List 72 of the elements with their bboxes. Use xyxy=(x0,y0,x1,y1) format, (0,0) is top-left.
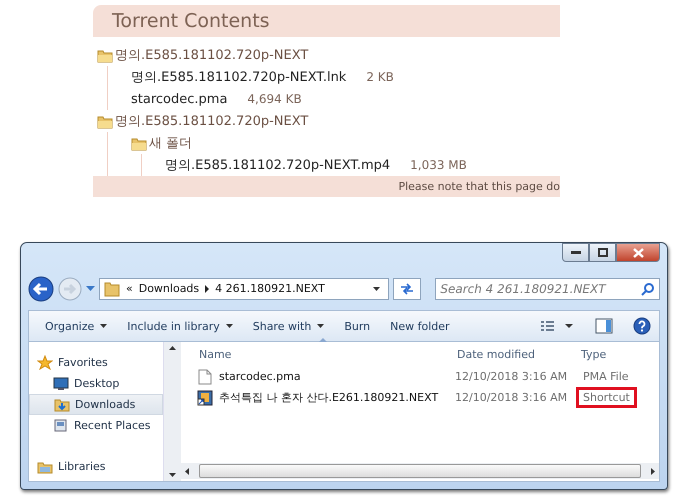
breadcrumb[interactable]: 4 261.180921.NEXT xyxy=(215,282,325,295)
caret-icon xyxy=(373,286,380,290)
nav-group[interactable]: Libraries xyxy=(29,456,163,477)
scroll-up-icon[interactable] xyxy=(169,346,176,350)
breadcrumb[interactable]: Downloads xyxy=(138,282,200,295)
close-button[interactable] xyxy=(616,243,660,262)
file-name[interactable]: starcodec.pma xyxy=(219,370,301,383)
type-cell-text: PMA File xyxy=(582,369,630,385)
date-cell-text: 12/10/2018 3:16 AM xyxy=(455,370,568,383)
maximize-button[interactable] xyxy=(589,243,616,262)
search-field[interactable]: Search 4 261.180921.NEXT xyxy=(435,278,660,300)
history-dropdown[interactable] xyxy=(86,286,95,292)
highlighted-type-cell: Shortcut xyxy=(576,387,637,408)
monitor-icon xyxy=(53,376,69,391)
sort-arrow-icon xyxy=(319,338,327,342)
file-name[interactable]: 명의.E585.181102.720p-NEXT.lnk xyxy=(131,68,346,86)
file-name[interactable]: 추석특집 나 혼자 산다.E261.180921.NEXT xyxy=(219,390,438,405)
caret-icon xyxy=(100,324,108,328)
toolbar-button[interactable]: Burn xyxy=(336,316,378,336)
caret-icon xyxy=(86,286,95,292)
minimize-button[interactable] xyxy=(562,243,589,262)
vertical-scrollbar[interactable] xyxy=(163,342,181,481)
file-name[interactable]: starcodec.pma xyxy=(131,92,228,106)
back-button[interactable] xyxy=(28,276,54,302)
nav-group[interactable]: Favorites xyxy=(29,352,163,373)
file-size: 1,033 MB xyxy=(410,158,467,172)
file-size: 2 KB xyxy=(366,70,394,84)
scroll-left-icon[interactable] xyxy=(185,468,189,474)
note-text: Please note that this page do xyxy=(398,180,560,193)
maximize-icon xyxy=(598,248,608,257)
toolbar-button[interactable]: Include in library xyxy=(119,316,241,336)
star-icon xyxy=(37,355,53,370)
refresh-button[interactable] xyxy=(393,278,422,300)
nav-item[interactable]: Downloads xyxy=(29,394,163,415)
folder-icon xyxy=(104,280,120,297)
minimize-icon xyxy=(570,250,580,254)
folder-name[interactable]: 명의.E585.181102.720p-NEXT xyxy=(115,46,308,64)
folder-icon xyxy=(97,114,113,128)
column-header[interactable]: Date modified xyxy=(455,348,579,360)
panel-title: Torrent Contents xyxy=(112,10,270,32)
caret-icon xyxy=(226,324,233,328)
file-size: 4,694 KB xyxy=(247,92,302,106)
toolbar-button[interactable]: Organize xyxy=(37,316,116,336)
close-icon xyxy=(632,248,644,258)
date-cell-text: 12/10/2018 3:16 AM xyxy=(455,391,568,404)
nav-item[interactable]: Desktop xyxy=(29,373,163,394)
toolbar-button[interactable]: New folder xyxy=(382,316,458,336)
breadcrumb-arrow-icon xyxy=(205,284,210,292)
scroll-down-icon[interactable] xyxy=(169,473,176,477)
horizontal-scrollbar[interactable] xyxy=(181,463,659,479)
list-view-icon xyxy=(541,320,575,332)
folder-name[interactable]: 명의.E585.181102.720p-NEXT xyxy=(115,112,308,130)
search-icon xyxy=(641,282,655,296)
folder-icon xyxy=(97,48,113,62)
toolbar-button[interactable]: Share with xyxy=(244,316,332,336)
download-folder-icon xyxy=(54,397,70,412)
folder-name[interactable]: 새 폴더 xyxy=(149,134,192,152)
caret-icon xyxy=(317,324,324,328)
file-name[interactable]: 명의.E585.181102.720p-NEXT.mp4 xyxy=(165,156,390,174)
folder-icon xyxy=(131,136,147,150)
nav-item[interactable]: Recent Places xyxy=(29,415,163,436)
column-header[interactable]: Type xyxy=(579,348,659,360)
help-icon xyxy=(633,317,651,335)
preview-pane-icon xyxy=(595,318,613,334)
refresh-icon xyxy=(399,282,416,296)
address-bar[interactable]: « Downloads 4 261.180921.NEXT xyxy=(99,278,389,300)
document-icon xyxy=(197,368,213,384)
column-header[interactable]: Name xyxy=(197,348,455,360)
overflow-chevron[interactable]: « xyxy=(126,282,133,295)
recent-places-icon xyxy=(53,418,69,433)
scroll-right-icon[interactable] xyxy=(651,468,655,474)
shortcut-icon xyxy=(197,390,213,406)
